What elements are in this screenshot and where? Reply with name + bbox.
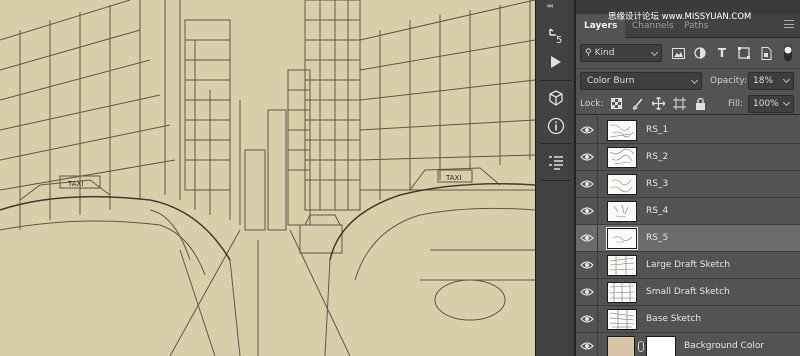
opacity-field[interactable]: 18% xyxy=(748,72,794,90)
opacity-label: Opacity: xyxy=(710,76,747,86)
layer-thumbnail xyxy=(607,120,637,141)
layer-row-rs-1[interactable]: RS_1 xyxy=(576,117,800,144)
layer-row-base-sketch[interactable]: Base Sketch xyxy=(576,306,800,333)
shape-filter-icon[interactable] xyxy=(736,45,752,61)
panel-menu-icon[interactable] xyxy=(784,20,794,28)
layer-name: RS_1 xyxy=(646,125,669,135)
layer-name: RS_2 xyxy=(646,152,669,162)
lock-image-pixels-icon[interactable] xyxy=(631,97,644,110)
layer-name: Large Draft Sketch xyxy=(646,260,731,270)
layer-row-rs-5[interactable]: RS_5 xyxy=(576,225,800,252)
chevron-down-icon xyxy=(782,98,791,107)
layer-thumbnail xyxy=(607,255,637,276)
opacity-value: 18% xyxy=(753,76,774,86)
link-chain-icon[interactable] xyxy=(638,341,644,352)
visibility-eye-icon[interactable] xyxy=(580,259,594,271)
lock-label: Lock: xyxy=(580,99,604,109)
visibility-eye-icon[interactable] xyxy=(580,205,594,217)
visibility-eye-icon[interactable] xyxy=(580,232,594,244)
layer-thumbnail xyxy=(607,309,637,330)
chevron-down-icon xyxy=(650,48,659,57)
smart-object-filter-icon[interactable] xyxy=(758,45,774,61)
layer-thumbnail xyxy=(607,201,637,222)
info-icon[interactable] xyxy=(542,112,570,140)
visibility-eye-icon[interactable] xyxy=(580,286,594,298)
filter-kind-value: Kind xyxy=(594,48,615,58)
chevron-down-icon xyxy=(782,75,791,84)
layer-name: Base Sketch xyxy=(646,314,702,324)
fill-field[interactable]: 100% xyxy=(748,95,794,113)
layer-thumbnail xyxy=(606,227,638,250)
layers-list: RS_1 RS_2 RS_3 RS_4 RS_5 Large Draft Ske… xyxy=(576,117,800,356)
blend-mode-dropdown[interactable]: Color Burn xyxy=(580,72,702,90)
chevron-down-icon xyxy=(690,76,699,85)
right-taxi-sign: TAXI xyxy=(445,174,461,182)
adjustment-filter-icon[interactable] xyxy=(692,45,708,61)
layer-row-large-draft-sketch[interactable]: Large Draft Sketch xyxy=(576,252,800,279)
lock-position-icon[interactable] xyxy=(652,97,665,110)
visibility-eye-icon[interactable] xyxy=(580,313,594,325)
blend-mode-value: Color Burn xyxy=(587,76,635,86)
lock-all-icon[interactable] xyxy=(694,97,707,110)
visibility-eye-icon[interactable] xyxy=(580,124,594,136)
street-sketch-image: TAXI TAXI xyxy=(0,0,535,356)
fill-color-swatch[interactable] xyxy=(607,336,635,356)
layer-thumbnail xyxy=(607,147,637,168)
layer-row-small-draft-sketch[interactable]: Small Draft Sketch xyxy=(576,279,800,306)
layer-name: Background Color xyxy=(684,341,765,351)
history-icon[interactable]: 5 xyxy=(542,22,570,50)
layer-name: RS_4 xyxy=(646,206,669,216)
type-filter-icon[interactable]: T xyxy=(714,45,730,61)
layers-panel: Layers Channels Paths ⚲ Kind T Color Burn xyxy=(576,0,800,356)
search-icon: ⚲ xyxy=(585,48,592,58)
layer-mask-thumbnail[interactable] xyxy=(646,336,676,356)
visibility-eye-icon[interactable] xyxy=(580,151,594,163)
lock-artboard-icon[interactable] xyxy=(673,97,686,110)
layer-name: Small Draft Sketch xyxy=(646,287,730,297)
watermark-text: 思缘设计论坛 www.MISSYUAN.COM xyxy=(608,12,752,22)
left-taxi-sign: TAXI xyxy=(67,180,83,188)
layer-row-rs-2[interactable]: RS_2 xyxy=(576,144,800,171)
play-actions-icon[interactable] xyxy=(542,48,570,76)
layer-name: RS_5 xyxy=(646,233,669,243)
layer-thumbnail xyxy=(607,174,637,195)
layer-row-rs-3[interactable]: RS_3 xyxy=(576,171,800,198)
lock-transparent-pixels-icon[interactable] xyxy=(610,97,623,110)
fill-value: 100% xyxy=(753,99,779,109)
layer-row-background-color[interactable]: Background Color xyxy=(576,333,800,356)
filter-toggle-icon[interactable] xyxy=(780,45,796,61)
collapse-arrows-icon[interactable]: ◂◂ xyxy=(546,1,553,10)
filter-kind-dropdown[interactable]: ⚲ Kind xyxy=(580,44,662,62)
document-canvas[interactable]: TAXI TAXI xyxy=(0,0,535,356)
layer-row-rs-4[interactable]: RS_4 xyxy=(576,198,800,225)
layer-thumbnail xyxy=(607,282,637,303)
layer-name: RS_3 xyxy=(646,179,669,189)
svg-text:5: 5 xyxy=(556,35,562,45)
collapsed-panels-dock: ◂◂ 5 xyxy=(535,0,575,356)
3d-cube-icon[interactable] xyxy=(542,84,570,112)
pixel-filter-icon[interactable] xyxy=(670,45,686,61)
visibility-eye-icon[interactable] xyxy=(580,340,594,352)
fill-label: Fill: xyxy=(728,99,744,109)
paragraph-styles-icon[interactable] xyxy=(542,148,570,176)
visibility-eye-icon[interactable] xyxy=(580,178,594,190)
